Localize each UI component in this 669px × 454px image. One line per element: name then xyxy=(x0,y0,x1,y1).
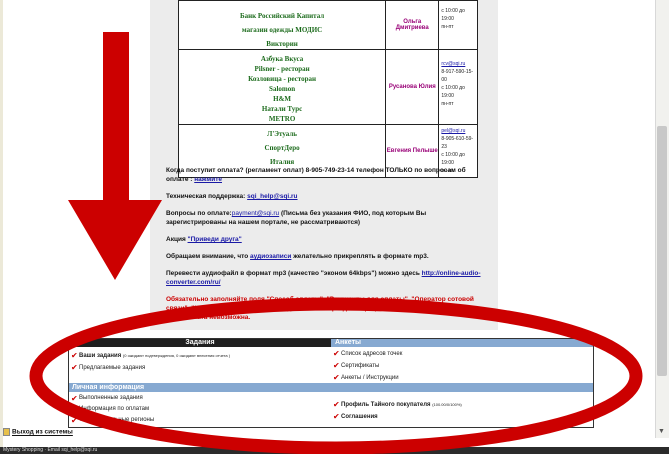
status-bar: Mystery Shopping · Email sqi_help@sqi.ru xyxy=(0,447,669,454)
forms-column: Анкеты ✔ Список адресов точек ✔ Сертифик… xyxy=(331,339,593,384)
audio-note: Обращаем внимание, что аудиозаписи желат… xyxy=(166,252,486,261)
table-row: Банк Российский Капитал магазин одежды М… xyxy=(177,0,478,50)
menu-item-regions[interactable]: ✔ Территориальные регионы xyxy=(69,415,331,426)
support-label: Техническая поддержка: xyxy=(166,193,246,200)
personal-info-header: Личная информация xyxy=(69,383,593,392)
partner-name: Банк Российский Капитал xyxy=(239,12,325,20)
work-days: пн-пт xyxy=(441,24,454,30)
partner-name: Л'Этуаль xyxy=(267,130,297,138)
work-days: пн-пт xyxy=(441,101,454,107)
promo-label: Акция xyxy=(166,236,186,243)
manager-phone: 8-905-610-59-23 xyxy=(441,136,474,150)
logout-link[interactable]: Выход из системы xyxy=(12,429,73,436)
scrollbar[interactable]: ▼ xyxy=(655,0,669,438)
manager-contact: с 10:00 до 19:00 пн-пт xyxy=(438,0,478,50)
document-icon xyxy=(3,428,10,436)
certificates-label: Сертификаты xyxy=(341,363,380,369)
payment-warning: Обязательно заполняйте поля "Способ опла… xyxy=(166,296,474,321)
audio-link[interactable]: аудиозаписи xyxy=(250,253,291,260)
check-icon: ✔ xyxy=(333,349,340,358)
scrollbar-thumb[interactable] xyxy=(657,126,667,376)
check-icon: ✔ xyxy=(333,412,340,421)
agreements-label: Соглашения xyxy=(341,414,378,420)
offered-tasks-label: Предлагаемые задания xyxy=(79,365,146,371)
manager-email[interactable]: pel@sqi.ru xyxy=(441,127,475,135)
partner-name: СпортДеро xyxy=(264,144,300,152)
partner-name: Викторин xyxy=(266,40,298,48)
manager-name: Русанова Юлия xyxy=(385,49,440,125)
menu-item-store-list[interactable]: ✔ Список адресов точек xyxy=(331,348,593,360)
menu-item-certificates[interactable]: ✔ Сертификаты xyxy=(331,360,593,372)
check-icon: ✔ xyxy=(333,361,340,370)
payment-info-label: Информация по оплатам xyxy=(79,406,150,412)
scroll-down-arrow-icon[interactable]: ▼ xyxy=(658,428,665,435)
work-hours: с 10:00 до 19:00 xyxy=(441,8,465,22)
work-hours: с 10:00 до 19:00 xyxy=(441,152,465,166)
partners-table: Банк Российский Капитал магазин одежды М… xyxy=(177,0,478,178)
partner-name: Натали Турс xyxy=(261,105,303,113)
check-icon: ✔ xyxy=(71,405,78,414)
menu-item-completed-tasks[interactable]: ✔ Выполненные задания xyxy=(69,393,331,404)
partner-name: Pilsner - ресторан xyxy=(254,65,310,73)
tech-support: Техническая поддержка: sqi_help@sqi.ru xyxy=(166,192,486,201)
check-icon: ✔ xyxy=(71,394,78,403)
promo: Акция "Приведи друга" xyxy=(166,235,486,244)
profile-label: Профиль Тайного покупателя xyxy=(341,402,431,408)
menu-item-agreements[interactable]: ✔ Соглашения xyxy=(331,411,593,423)
partner-name: магазин одежды МОДИС xyxy=(241,26,323,34)
tasks-column: Задания ✔ Ваши задания (0 ожидают подтве… xyxy=(69,339,331,374)
manager-contact: rcv@sqi.ru 8-917-590-15-00 с 10:00 до 19… xyxy=(438,49,478,125)
left-margin xyxy=(0,0,3,447)
menu-item-offered-tasks[interactable]: ✔ Предлагаемые задания xyxy=(69,362,331,374)
partner-name: Salomon xyxy=(269,85,296,93)
promo-link[interactable]: "Приведи друга" xyxy=(188,236,242,243)
partner-name: Азбука Вкуса xyxy=(260,55,304,63)
regions-label: Территориальные регионы xyxy=(79,417,155,423)
partner-names: Азбука Вкуса Pilsner - ресторан Козловиц… xyxy=(177,49,387,125)
completed-tasks-label: Выполненные задания xyxy=(79,395,143,401)
personal-left-column: ✔ Выполненные задания ✔ Информация по оп… xyxy=(69,393,331,426)
tasks-header: Задания xyxy=(69,339,331,347)
partner-name: Козловица - ресторан xyxy=(248,75,317,83)
partner-name: METRO xyxy=(268,115,296,123)
menu-item-profile[interactable]: ✔ Профиль Тайного покупателя (100.00/0/1… xyxy=(331,399,593,411)
red-arrow-icon xyxy=(68,32,162,280)
payment-contact: Вопросы по оплате:payment@sqi.ru (Письма… xyxy=(166,209,486,227)
forms-header: Анкеты xyxy=(331,339,593,347)
convert-text: Перевести аудиофайл в формат mp3 (качест… xyxy=(166,270,420,277)
manager-phone: 8-917-590-15-00 xyxy=(441,69,474,83)
personal-right-column: ✔ Профиль Тайного покупателя (100.00/0/1… xyxy=(331,393,593,423)
payment-schedule-link[interactable]: нажмите xyxy=(194,176,222,183)
partner-names: Банк Российский Капитал магазин одежды М… xyxy=(177,0,387,50)
payment-question: Когда поступит оплата? (регламент оплат)… xyxy=(166,166,486,184)
my-tasks-label: Ваши задания xyxy=(79,353,122,359)
store-list-label: Список адресов точек xyxy=(341,351,403,357)
partner-name: H&M xyxy=(273,95,292,103)
audio-pre: Обращаем внимание, что xyxy=(166,253,249,260)
profile-note: (100.00/0/100%) xyxy=(432,402,462,407)
main-menu: Задания ✔ Ваши задания (0 ожидают подтве… xyxy=(68,338,594,428)
work-hours: с 10:00 до 19:00 xyxy=(441,85,465,99)
check-icon: ✔ xyxy=(71,363,78,372)
info-block: Когда поступит оплата? (регламент оплат)… xyxy=(166,166,486,330)
audio-post: желательно прикреплять в формате mp3. xyxy=(293,253,429,260)
manager-name: Ольга Дмитриева xyxy=(385,0,440,50)
menu-item-my-tasks[interactable]: ✔ Ваши задания (0 ожидают подтверждения,… xyxy=(69,350,331,362)
menu-item-payment-info[interactable]: ✔ Информация по оплатам xyxy=(69,404,331,415)
my-tasks-note: (0 ожидают подтверждения, 0 ожидают внес… xyxy=(122,353,231,358)
check-icon: ✔ xyxy=(333,400,340,409)
check-icon: ✔ xyxy=(71,416,78,425)
check-icon: ✔ xyxy=(71,351,78,360)
table-row: Азбука Вкуса Pilsner - ресторан Козловиц… xyxy=(177,49,478,125)
payment-questions-label: Вопросы по оплате: xyxy=(166,210,232,217)
payment-email-link[interactable]: payment@sqi.ru xyxy=(232,210,279,217)
convert-note: Перевести аудиофайл в формат mp3 (качест… xyxy=(166,269,486,287)
support-email-link[interactable]: sqi_help@sqi.ru xyxy=(247,193,297,200)
manager-email[interactable]: rcv@sqi.ru xyxy=(441,60,475,68)
forms-instructions-label: Анкеты / Инструкции xyxy=(341,375,399,381)
logout-row: Выход из системы xyxy=(3,428,73,436)
